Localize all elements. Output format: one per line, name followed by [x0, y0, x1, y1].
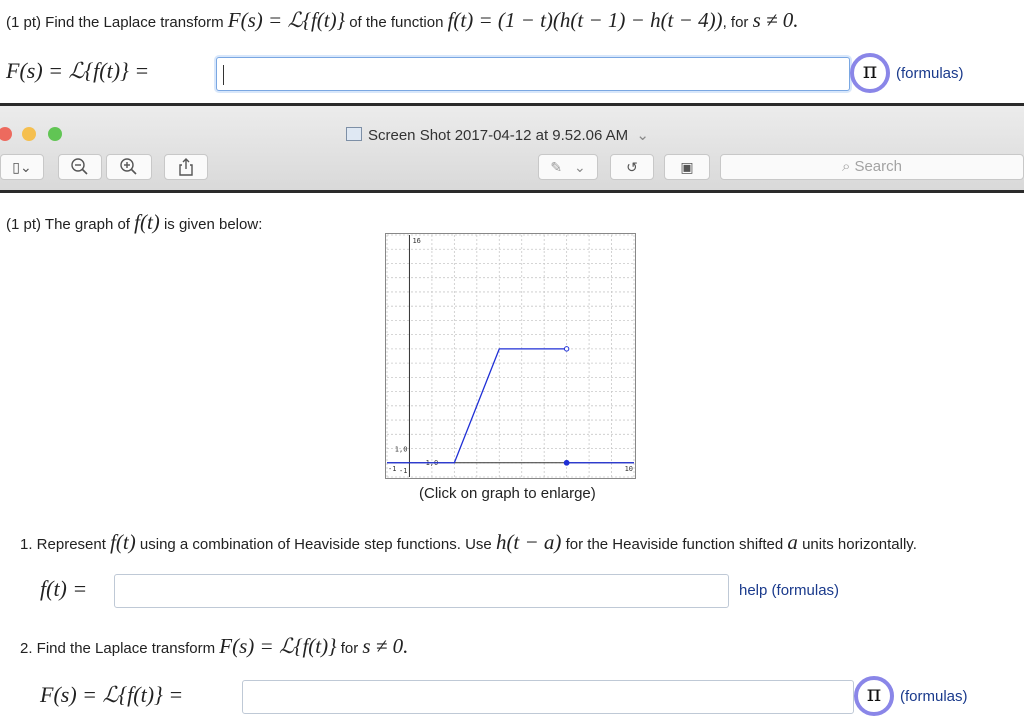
tick-label-x-origin: -1 — [399, 467, 407, 475]
help-formulas-link[interactable]: help (formulas) — [739, 582, 839, 599]
share-icon — [179, 158, 193, 176]
title-chevron-icon[interactable]: ⌄ — [636, 127, 649, 144]
intro-text-end: is given below: — [163, 216, 263, 233]
open-endpoint — [563, 346, 570, 352]
sidebar-icon: ▯⌄ — [12, 159, 32, 175]
window-title-text: Screen Shot 2017-04-12 at 9.52.06 AM — [368, 127, 629, 144]
formulas-link[interactable]: (formulas) — [900, 688, 968, 705]
question-1: 1. Represent f(t) using a combination of… — [20, 530, 917, 555]
answer1-input[interactable] — [114, 574, 729, 608]
rotate-icon: ↺ — [626, 159, 638, 175]
viewer-toolbar: Screen Shot 2017-04-12 at 9.52.06 AM ⌄ ▯… — [0, 106, 1024, 191]
q1-heaviside: h(t − a) — [495, 530, 562, 554]
top-problem-statement: (1 pt) Find the Laplace transform F(s) =… — [6, 8, 799, 33]
graph-caption[interactable]: (Click on graph to enlarge) — [419, 485, 596, 502]
tick-label-x-right: 10 — [625, 465, 633, 473]
closed-endpoint — [563, 459, 570, 466]
problem-points: (1 pt) Find the Laplace transform — [6, 14, 224, 31]
zoom-in-button[interactable] — [106, 154, 152, 180]
sidebar-toggle-button[interactable]: ▯⌄ — [0, 154, 44, 180]
q2-for: for — [340, 640, 359, 657]
q1-a: a — [787, 530, 798, 554]
laplace-expression: F(s) = ℒ{f(t)} — [227, 8, 346, 32]
intro-text: (1 pt) The graph of — [6, 216, 130, 233]
q1-text-mid: using a combination of Heaviside step fu… — [139, 536, 492, 553]
markup-pen-icon: ✎ — [550, 159, 563, 175]
q1-function: f(t) — [110, 530, 136, 554]
of-function-text: of the function — [349, 14, 444, 31]
share-button[interactable] — [164, 154, 208, 180]
search-placeholder: Search — [854, 158, 902, 175]
zoom-out-icon — [71, 158, 88, 175]
tick-label-y-top: 16 — [412, 237, 420, 245]
q2-text: 2. Find the Laplace transform — [20, 640, 216, 657]
pi-equation-editor-icon[interactable]: π — [854, 676, 894, 716]
zoom-window-button[interactable] — [48, 127, 62, 141]
toolbox-icon: ▣ — [680, 159, 694, 175]
tick-label-y-one: 1,0 — [395, 446, 408, 454]
answer2-label: F(s) = ℒ{f(t)} = — [40, 682, 184, 707]
intro-function: f(t) — [134, 210, 160, 234]
q2-condition: s ≠ 0. — [362, 634, 409, 658]
q2-expression: F(s) = ℒ{f(t)} — [219, 634, 337, 658]
graph-frame — [385, 233, 636, 479]
rotate-button[interactable]: ↺ — [610, 154, 654, 180]
for-text: , for — [722, 14, 749, 31]
window-title: Screen Shot 2017-04-12 at 9.52.06 AM ⌄ — [346, 126, 649, 144]
question-2: 2. Find the Laplace transform F(s) = ℒ{f… — [20, 634, 408, 659]
condition: s ≠ 0. — [752, 8, 799, 32]
toolbox-button[interactable]: ▣ — [664, 154, 710, 180]
pi-equation-editor-icon[interactable]: π — [850, 53, 890, 93]
markup-chevron-icon: ⌄ — [573, 159, 586, 175]
q1-text: 1. Represent — [20, 536, 106, 553]
document-icon — [346, 127, 362, 141]
function-graph[interactable]: 16 1,0 -1 -1 1,0 10 — [385, 233, 636, 479]
zoom-out-button[interactable] — [58, 154, 102, 180]
answer1-label: f(t) = — [40, 576, 88, 601]
text-caret — [223, 65, 224, 85]
q1-text-end: units horizontally. — [802, 536, 917, 553]
graph-svg[interactable]: 161,0-1 -11,010 — [385, 233, 636, 479]
minimize-window-button[interactable] — [22, 127, 36, 141]
search-icon: ⌕ — [842, 158, 851, 175]
zoom-in-icon — [120, 158, 137, 175]
search-field[interactable]: ⌕ Search — [720, 154, 1024, 180]
q1-text-post: for the Heaviside function shifted — [565, 536, 784, 553]
markup-button[interactable]: ✎ ⌄ — [538, 154, 598, 180]
answer2-input[interactable] — [242, 680, 854, 714]
graph-intro: (1 pt) The graph of f(t) is given below: — [6, 210, 262, 235]
top-answer-label: F(s) = ℒ{f(t)} = — [6, 58, 150, 83]
formulas-link[interactable]: (formulas) — [896, 65, 964, 82]
top-answer-input[interactable] — [216, 57, 850, 91]
divider — [0, 190, 1024, 193]
close-window-button[interactable] — [0, 127, 12, 141]
tick-label-x-left: -1 — [388, 465, 396, 473]
function-definition: f(t) = (1 − t)(h(t − 1) − h(t − 4)) — [447, 8, 723, 32]
